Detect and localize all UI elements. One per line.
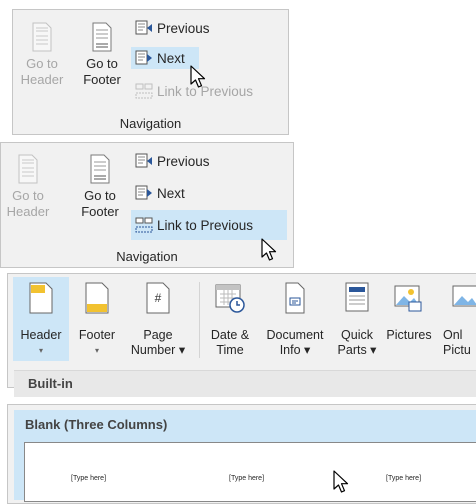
link-to-previous-icon (135, 217, 153, 233)
link-to-previous-label: Link to Previous (157, 217, 254, 233)
built-in-label: Built-in (28, 376, 73, 391)
next-section-icon (135, 185, 152, 200)
footer-icon (85, 282, 109, 314)
navigation-group-label: Navigation (116, 249, 178, 264)
link-to-previous-icon (135, 83, 153, 99)
document-info-button[interactable]: Document Info ▾ (259, 282, 331, 358)
next-button-2[interactable]: Next (135, 182, 185, 204)
footer-page-icon (92, 22, 112, 52)
go-to-header-button-1[interactable]: Go to Header (17, 22, 67, 88)
footer-label: Footer (78, 328, 116, 342)
placeholder-left: [Type here] (71, 475, 107, 482)
page-number-icon: # (146, 282, 170, 314)
header-button[interactable]: Header ▾ (13, 282, 69, 358)
go-to-footer-label: Footer (83, 72, 121, 87)
go-to-footer-label: Footer (81, 204, 119, 219)
document-info-icon (285, 282, 305, 314)
date-time-label: Time (216, 343, 244, 357)
go-to-footer-button-2[interactable]: Go to Footer (73, 154, 127, 220)
date-time-button[interactable]: Date & Time (203, 282, 257, 358)
previous-label: Previous (157, 153, 210, 169)
built-in-section-header: Built-in (14, 370, 476, 397)
gallery-preview-page: [Type here] [Type here] [Type here] (24, 442, 476, 502)
quick-parts-label: Quick (341, 328, 373, 342)
go-to-header-label: Header (6, 204, 50, 219)
header-page-icon (18, 154, 38, 184)
pictures-icon (394, 285, 422, 312)
go-to-footer-label: Go to (86, 56, 118, 71)
footer-page-icon (90, 154, 110, 184)
go-to-footer-label: Go to (84, 188, 116, 203)
document-info-label: Info ▾ (279, 343, 311, 357)
calendar-clock-icon (215, 284, 245, 313)
previous-label: Previous (157, 20, 210, 36)
page-number-label: Page (143, 328, 173, 342)
date-time-label: Date & (210, 328, 250, 342)
mouse-cursor-icon (261, 238, 277, 261)
go-to-header-label: Go to (26, 56, 58, 71)
go-to-footer-button-1[interactable]: Go to Footer (75, 22, 129, 88)
gallery-item-blank-three-columns[interactable]: Blank (Three Columns) [Type here] [Type … (14, 410, 476, 502)
page-number-label: Number ▾ (130, 343, 186, 357)
online-pictures-label: Onl (443, 328, 463, 342)
next-label: Next (157, 185, 185, 201)
header-page-icon (32, 22, 52, 52)
mouse-cursor-icon (333, 470, 349, 493)
dropdown-arrow-icon: ▾ (94, 346, 99, 355)
gallery-item-title: Blank (Three Columns) (25, 417, 168, 432)
page-number-button[interactable]: # Page Number ▾ (123, 282, 193, 358)
go-to-header-button-2[interactable]: Go to Header (3, 154, 53, 220)
svg-text:#: # (155, 291, 162, 305)
online-pictures-label: Pictu (443, 343, 471, 357)
previous-section-icon (135, 153, 152, 168)
ribbon-separator (199, 282, 200, 358)
online-pictures-icon (452, 285, 476, 307)
placeholder-right: [Type here] (386, 475, 422, 482)
placeholder-center: [Type here] (229, 475, 265, 482)
mouse-cursor-icon (190, 65, 206, 88)
online-pictures-button[interactable]: Onl Pictu (443, 282, 476, 358)
next-label: Next (157, 50, 185, 66)
footer-button[interactable]: Footer ▾ (71, 282, 123, 358)
dropdown-arrow-icon: ▾ (38, 346, 43, 355)
document-info-label: Document (266, 328, 324, 342)
link-to-previous-button-2[interactable]: Link to Previous (131, 210, 287, 240)
quick-parts-icon (345, 282, 369, 312)
go-to-header-label: Header (20, 72, 64, 87)
previous-section-icon (135, 20, 152, 35)
next-button-1[interactable]: Next (131, 47, 199, 69)
navigation-group-label: Navigation (119, 116, 182, 131)
pictures-button[interactable]: Pictures (383, 282, 435, 343)
header-label: Header (20, 328, 62, 342)
quick-parts-button[interactable]: Quick Parts ▾ (333, 282, 381, 358)
header-icon (29, 282, 53, 314)
next-section-icon (135, 50, 152, 65)
previous-button-2[interactable]: Previous (135, 150, 210, 172)
go-to-header-label: Go to (12, 188, 44, 203)
quick-parts-label: Parts ▾ (337, 343, 377, 357)
pictures-label: Pictures (386, 328, 432, 342)
previous-button-1[interactable]: Previous (135, 17, 210, 39)
